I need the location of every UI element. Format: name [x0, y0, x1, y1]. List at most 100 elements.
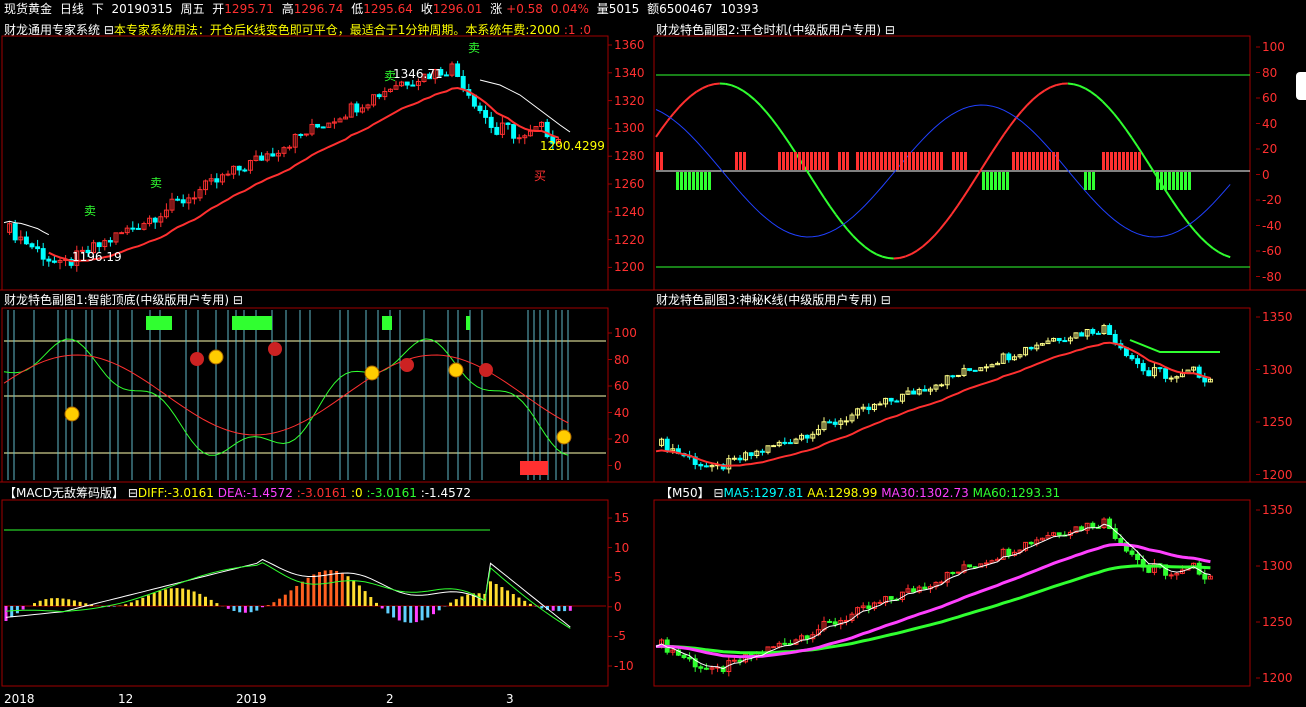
y-axis-tick: 20: [1262, 142, 1278, 156]
collapse-icon[interactable]: ⊟: [233, 293, 243, 307]
main-candle: [460, 75, 466, 91]
y-axis-tick: -80: [1262, 269, 1282, 284]
macd-bar: [289, 590, 293, 606]
signal-bar-up: [1118, 152, 1121, 170]
macd-bar: [261, 606, 264, 608]
sub3-candle: [771, 445, 777, 448]
y-axis-tick: 5: [614, 570, 622, 585]
osc-line: [858, 241, 866, 248]
sub3-candle: [1107, 325, 1113, 335]
sub3-panel-title-row: 财龙特色副图3:神秘K线(中级版用户专用) ⊟: [656, 292, 891, 308]
signal-bar-down: [1172, 172, 1175, 190]
sub3-candle: [664, 438, 670, 452]
osc-line: [922, 240, 930, 248]
macd-bar: [477, 593, 481, 606]
signal-bar-up: [864, 152, 867, 170]
macd-panel-title[interactable]: 【MACD无敌筹码版】: [4, 486, 124, 500]
osc-line: [968, 178, 976, 189]
sub3-panel-title[interactable]: 财龙特色副图3:神秘K线(中级版用户专用): [656, 293, 877, 307]
macd-bar: [147, 595, 150, 606]
ma-candle: [1168, 574, 1174, 577]
signal-bar-up: [1044, 152, 1047, 170]
signal-bar-up: [810, 152, 813, 170]
ma30-caption: MA30:: [881, 486, 920, 500]
osc-line: [1177, 208, 1185, 218]
signal-bar-down: [1006, 172, 1009, 190]
ma-panel-title[interactable]: 【M50】: [660, 486, 710, 500]
signal-bar-up: [1032, 152, 1035, 170]
signal-bar-down: [692, 172, 695, 190]
main-candle: [505, 122, 511, 125]
macd-v1: :-3.0161: [296, 486, 348, 500]
signal-bar-up: [802, 152, 805, 170]
ma-candle: [1028, 541, 1034, 545]
osc-line: [1067, 82, 1074, 86]
osc-line: [916, 245, 924, 252]
sub3-candle: [1079, 332, 1085, 337]
collapse-icon[interactable]: ⊟: [885, 23, 895, 37]
collapse-icon[interactable]: ⊟: [104, 23, 114, 37]
macd-bar: [494, 583, 498, 606]
sub3-candle: [939, 384, 945, 387]
y-axis-tick: 0: [614, 599, 622, 614]
trail-line: [48, 86, 559, 263]
main-candle: [242, 169, 248, 172]
signal-bar-down: [704, 172, 707, 190]
signal-bar-up: [1056, 152, 1059, 170]
osc-line: [765, 111, 773, 120]
macd-bar: [397, 606, 401, 621]
sub3-candle: [1168, 377, 1174, 380]
ma-candle: [1146, 566, 1152, 573]
y-axis-tick: 60: [1262, 91, 1278, 105]
sub1-panel-title[interactable]: 财龙特色副图1:智能顶底(中级版用户专用): [4, 293, 229, 307]
collapse-icon[interactable]: ⊟: [128, 486, 138, 500]
osc-line: [950, 205, 959, 215]
osc-line: [1044, 86, 1051, 92]
collapse-icon[interactable]: ⊟: [881, 293, 891, 307]
signal-bar-up: [660, 152, 663, 170]
signal-bar-up: [1110, 152, 1113, 170]
osc-line: [696, 87, 703, 93]
ma-candle: [687, 656, 693, 660]
signal-bar-up: [1048, 152, 1051, 170]
macd-bar: [266, 605, 270, 606]
macd-bar: [152, 592, 156, 606]
macd-bar: [357, 585, 361, 606]
main-candle: [270, 153, 276, 157]
ma-candle: [731, 659, 737, 662]
sub2-panel-title-row: 财龙特色副图2:平仓时机(中级版用户专用) ⊟: [656, 22, 895, 38]
sub3-candle: [759, 450, 765, 453]
ma-candle: [955, 571, 961, 574]
signal-bar-up: [743, 152, 746, 170]
macd-bar: [198, 593, 202, 606]
osc-line: [672, 106, 680, 115]
main-candle: [443, 74, 449, 77]
y-axis-tick: 1300: [1262, 362, 1293, 377]
signal-bar-down: [688, 172, 691, 190]
x-axis-label: 2018: [4, 692, 35, 706]
macd-bar: [215, 603, 219, 606]
y-axis-tick: -5: [614, 629, 626, 644]
side-scroll-handle[interactable]: [1296, 72, 1306, 100]
signal-bar-up: [842, 152, 845, 170]
macd-bar: [181, 588, 185, 606]
signal-bar-down: [676, 172, 679, 190]
main-panel-title[interactable]: 财龙通用专家系统: [4, 23, 100, 37]
sub3-candle: [1062, 340, 1068, 343]
sub2-panel-title[interactable]: 财龙特色副图2:平仓时机(中级版用户专用): [656, 23, 881, 37]
ma-candle: [1090, 522, 1096, 528]
collapse-icon[interactable]: ⊟: [713, 486, 723, 500]
signal-bar-up: [1020, 152, 1023, 170]
smiley-icon: [556, 429, 572, 445]
signal-bar-up: [1036, 152, 1039, 170]
macd-bar: [551, 606, 555, 611]
osc-line: [1206, 242, 1214, 249]
macd-bar: [420, 606, 424, 621]
ma-candle: [888, 596, 894, 600]
macd-bar: [449, 602, 453, 606]
ma-candle: [1118, 537, 1124, 544]
macd-bar: [158, 590, 162, 606]
signal-bar-up: [928, 152, 931, 170]
x-axis-label: 2: [386, 692, 394, 706]
chart-canvas[interactable]: [0, 0, 1306, 707]
